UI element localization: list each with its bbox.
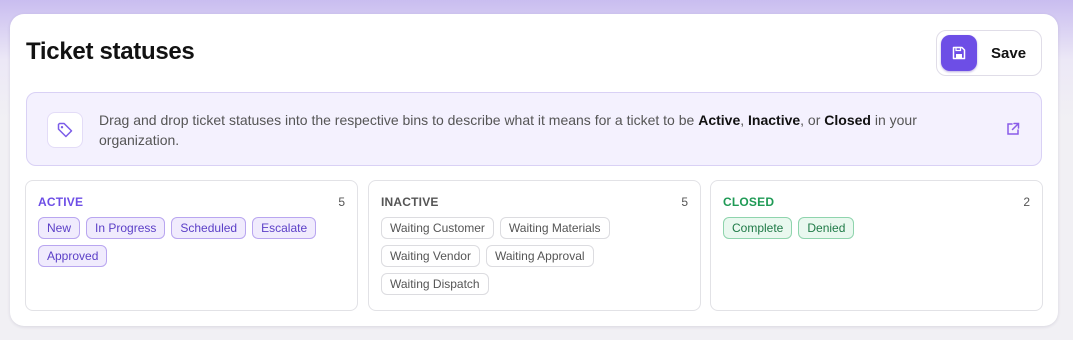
status-chip[interactable]: Waiting Dispatch xyxy=(381,273,489,295)
status-chip[interactable]: Waiting Approval xyxy=(485,245,594,267)
info-banner: Drag and drop ticket statuses into the r… xyxy=(26,92,1042,166)
floppy-disk-icon xyxy=(941,35,977,71)
tag-icon xyxy=(47,112,83,148)
page-title: Ticket statuses xyxy=(26,38,195,65)
bin-count-closed: 2 xyxy=(1023,195,1030,209)
ticket-statuses-card: Ticket statuses Save Drag and drop ticke… xyxy=(10,14,1058,326)
bin-title-closed: CLOSED xyxy=(723,195,775,209)
chip-list-inactive: Waiting Customer Waiting Materials Waiti… xyxy=(381,217,691,295)
status-chip[interactable]: Scheduled xyxy=(171,217,247,239)
external-link-icon[interactable] xyxy=(1005,121,1021,137)
status-chip[interactable]: Complete xyxy=(723,217,793,239)
status-chip[interactable]: Waiting Customer xyxy=(381,217,494,239)
status-chip[interactable]: Approved xyxy=(38,245,108,267)
save-button-label: Save xyxy=(991,45,1027,62)
status-chip[interactable]: Denied xyxy=(798,217,855,239)
bin-closed[interactable]: CLOSED 2 Complete Denied xyxy=(710,180,1043,311)
info-text: Drag and drop ticket statuses into the r… xyxy=(99,112,917,148)
bin-title-active: ACTIVE xyxy=(38,195,84,209)
status-chip[interactable]: New xyxy=(38,217,81,239)
bin-title-inactive: INACTIVE xyxy=(381,195,439,209)
save-button[interactable]: Save xyxy=(936,30,1042,76)
bin-count-active: 5 xyxy=(338,195,345,209)
status-chip[interactable]: In Progress xyxy=(86,217,166,239)
chip-list-closed: Complete Denied xyxy=(723,217,1033,239)
chip-list-active: New In Progress Scheduled Escalate Appro… xyxy=(38,217,348,267)
status-chip[interactable]: Escalate xyxy=(252,217,317,239)
bin-active[interactable]: ACTIVE 5 New In Progress Scheduled Escal… xyxy=(25,180,358,311)
bin-inactive[interactable]: INACTIVE 5 Waiting Customer Waiting Mate… xyxy=(368,180,701,311)
status-chip[interactable]: Waiting Vendor xyxy=(381,245,480,267)
bin-count-inactive: 5 xyxy=(681,195,688,209)
status-chip[interactable]: Waiting Materials xyxy=(499,217,610,239)
